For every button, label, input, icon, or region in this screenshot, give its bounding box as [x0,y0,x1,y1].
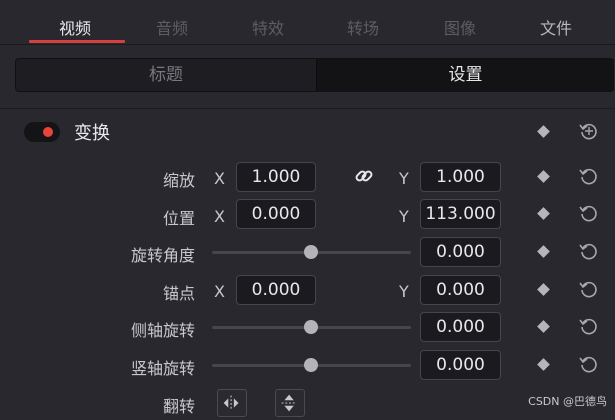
tab-file-label: 文件 [539,19,572,38]
tab-audio-label: 音频 [155,19,188,38]
keyframe-icon[interactable] [537,283,550,296]
keyframe-icon[interactable] [537,358,550,371]
inspector-tab-bar: 视频 音频 特效 转场 图像 文件 [0,0,615,45]
tab-video-label: 视频 [58,19,91,38]
section-divider [0,108,615,109]
link-icon[interactable] [353,165,375,187]
segment-title[interactable]: 标题 [16,59,316,91]
reset-icon[interactable] [578,202,600,224]
yaw-field[interactable]: 0.000 [420,350,501,380]
anchor-x-axis-label: X [214,282,225,301]
effects-icon [220,0,316,4]
tab-effects-label: 特效 [251,19,284,38]
position-y-axis-label: Y [399,207,409,226]
flip-vertical-icon [281,394,297,412]
tab-transitions-label: 转场 [346,19,379,38]
tab-transitions[interactable]: 转场 [315,0,411,44]
transform-enable-toggle[interactable] [24,122,60,142]
anchor-y-field[interactable]: 0.000 [420,275,501,305]
flip-horizontal-button[interactable] [217,389,247,417]
section-title: 变换 [74,123,110,144]
title-settings-switch: 标题 设置 [15,58,614,92]
pitch-label: 侧轴旋转 [130,321,195,340]
zoom-x-field[interactable]: 1.000 [236,162,316,192]
keyframe-icon[interactable] [537,320,550,333]
keyframe-icon[interactable] [537,125,550,138]
segment-settings[interactable]: 设置 [316,59,614,91]
position-y-field[interactable]: 113.000 [420,199,501,229]
active-tab-indicator [29,40,125,43]
tab-video[interactable]: 视频 [27,0,125,44]
toggle-on-indicator [43,127,53,137]
zoom-y-axis-label: Y [399,169,409,188]
keyframe-icon[interactable] [537,170,550,183]
rotation-field[interactable]: 0.000 [420,237,501,267]
pitch-field[interactable]: 0.000 [420,312,501,342]
file-icon [508,0,604,4]
position-x-axis-label: X [214,207,225,226]
yaw-label: 竖轴旋转 [130,359,195,378]
reset-icon[interactable] [578,353,600,375]
tab-image[interactable]: 图像 [412,0,508,44]
anchor-label: 锚点 [162,284,195,303]
reset-icon[interactable] [578,278,600,300]
reset-icon[interactable] [578,120,600,142]
zoom-label: 缩放 [162,171,195,190]
keyframe-icon[interactable] [537,245,550,258]
reset-icon[interactable] [578,240,600,262]
audio-icon [124,0,220,4]
zoom-y-field[interactable]: 1.000 [420,162,501,192]
rotation-slider-knob[interactable] [304,245,318,259]
rotation-label: 旋转角度 [130,246,195,265]
position-label: 位置 [162,209,195,228]
video-icon [27,0,123,4]
tab-effects[interactable]: 特效 [220,0,316,44]
image-icon [412,0,508,4]
keyframe-icon[interactable] [537,207,550,220]
flip-vertical-button[interactable] [275,389,305,417]
anchor-x-field[interactable]: 0.000 [236,275,316,305]
flip-label: 翻转 [162,397,195,416]
reset-icon[interactable] [578,165,600,187]
zoom-x-axis-label: X [214,169,225,188]
watermark: CSDN @巴德鸟 [528,395,607,408]
pitch-slider-knob[interactable] [304,320,318,334]
tab-audio[interactable]: 音频 [124,0,220,44]
yaw-slider-knob[interactable] [304,358,318,372]
position-x-field[interactable]: 0.000 [236,199,316,229]
transitions-icon [315,0,411,4]
flip-horizontal-icon [223,395,239,411]
tab-image-label: 图像 [443,19,476,38]
tab-file[interactable]: 文件 [508,0,604,44]
anchor-y-axis-label: Y [399,282,409,301]
reset-icon[interactable] [578,315,600,337]
